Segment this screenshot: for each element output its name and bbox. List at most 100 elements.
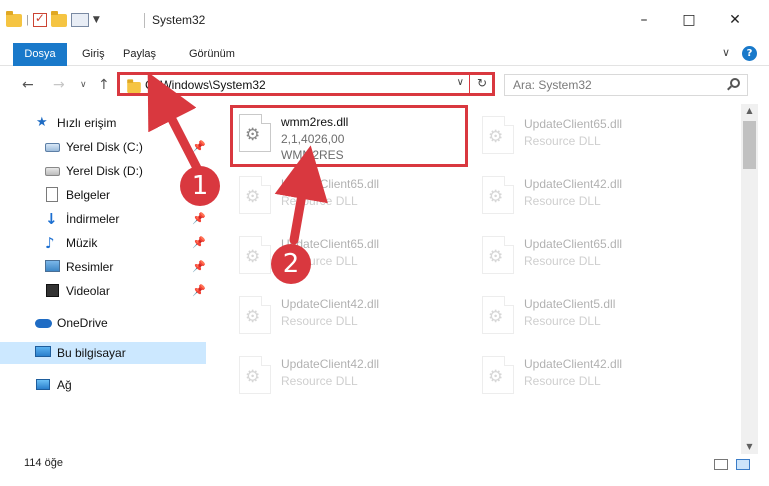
tab-view[interactable]: Görünüm [183, 43, 241, 66]
file-description: Resource DLL [524, 314, 601, 328]
pin-icon[interactable]: 📌 [192, 212, 206, 225]
sidebar-item-label: Belgeler [66, 188, 111, 202]
file-name: UpdateClient42.dll [524, 177, 623, 191]
close-button[interactable]: ✕ [720, 10, 750, 30]
sidebar-item-label: Müzik [66, 236, 98, 250]
scroll-thumb[interactable] [743, 121, 756, 169]
search-icon[interactable] [730, 78, 740, 88]
scroll-up-icon[interactable]: ▲ [741, 104, 758, 118]
maximize-button[interactable]: □ [674, 10, 704, 30]
pin-icon[interactable]: 📌 [192, 260, 206, 273]
file-tile[interactable]: ⚙ UpdateClient65.dll Resource DLL [233, 230, 458, 284]
navigation-pane: ★ Hızlı erişim Yerel Disk (C:) 📌 Yerel D… [0, 104, 208, 454]
file-tile[interactable]: ⚙ UpdateClient65.dll Resource DLL [476, 230, 701, 284]
dll-file-icon: ⚙ [482, 296, 514, 334]
sidebar-item-quick-access[interactable]: ★ Hızlı erişim [0, 112, 206, 134]
qat-separator: | [26, 14, 29, 26]
file-tile-wmm2res[interactable]: ⚙ wmm2res.dll 2,1,4026,00 WMM2RES [230, 105, 468, 167]
pin-icon[interactable]: 📌 [192, 140, 206, 153]
gear-icon: ⚙ [245, 187, 261, 207]
file-description: WMM2RES [281, 148, 344, 162]
file-name: UpdateClient5.dll [524, 297, 616, 311]
file-description: Resource DLL [281, 194, 358, 208]
sidebar-item-documents[interactable]: Belgeler [0, 184, 206, 206]
gear-icon: ⚙ [245, 247, 261, 267]
refresh-icon[interactable]: ↻ [477, 76, 487, 90]
title-bar: | ▼ System32 – □ ✕ [0, 0, 769, 40]
sidebar-item-music[interactable]: ♪ Müzik 📌 [0, 232, 206, 254]
downloads-icon: ↓ [45, 210, 58, 228]
file-description: Resource DLL [524, 194, 601, 208]
dll-file-icon: ⚙ [482, 176, 514, 214]
network-icon [36, 379, 50, 390]
tab-file[interactable]: Dosya [13, 43, 67, 66]
sidebar-item-drive-c[interactable]: Yerel Disk (C:) 📌 [0, 136, 206, 158]
file-description: Resource DLL [281, 314, 358, 328]
address-dropdown-icon[interactable]: ∨ [457, 77, 464, 88]
annotation-badge-1: 1 [180, 166, 220, 206]
quick-access-star-icon: ★ [36, 115, 48, 130]
search-placeholder: Ara: System32 [513, 78, 592, 92]
address-path[interactable]: C:\Windows\System32 [145, 78, 266, 92]
title-separator [144, 13, 145, 28]
qat-dropdown-icon[interactable]: ▼ [93, 15, 100, 25]
annotation-badge-2: 2 [271, 244, 311, 284]
pin-icon[interactable]: 📌 [192, 284, 206, 297]
dll-file-icon: ⚙ [482, 116, 514, 154]
pin-icon[interactable]: 📌 [192, 236, 206, 249]
file-name: UpdateClient42.dll [281, 297, 380, 311]
file-name: wmm2res.dll [281, 115, 349, 129]
address-folder-icon [127, 79, 141, 94]
documents-icon [46, 187, 58, 202]
properties-check-icon[interactable] [32, 11, 47, 27]
file-version: 2,1,4026,00 [281, 132, 345, 146]
file-name: UpdateClient65.dll [524, 237, 623, 251]
quick-access-toolbar: | ▼ [6, 10, 100, 28]
sidebar-item-label: Hızlı erişim [57, 116, 117, 130]
sidebar-item-videos[interactable]: Videolar 📌 [0, 280, 206, 302]
address-bar[interactable]: C:\Windows\System32 ∨ ↻ [117, 72, 495, 96]
dll-file-icon: ⚙ [482, 236, 514, 274]
vertical-scrollbar[interactable]: ▲ ▼ [741, 104, 758, 454]
file-tile[interactable]: ⚙ UpdateClient5.dll Resource DLL [476, 290, 701, 344]
file-tile[interactable]: ⚙ UpdateClient65.dll Resource DLL [476, 110, 701, 164]
details-view-icon[interactable] [714, 459, 728, 470]
recent-locations-icon[interactable]: ∨ [80, 80, 87, 90]
scroll-down-icon[interactable]: ▼ [741, 440, 758, 454]
up-arrow-icon[interactable]: ↑ [98, 77, 110, 93]
onedrive-icon [35, 319, 52, 328]
tab-share[interactable]: Paylaş [117, 43, 162, 66]
forward-arrow-icon[interactable]: → [53, 77, 65, 93]
sidebar-item-drive-d[interactable]: Yerel Disk (D:) [0, 160, 206, 182]
sidebar-item-network[interactable]: Ağ [0, 374, 206, 396]
tiles-view-icon[interactable] [736, 459, 750, 470]
minimize-button[interactable]: – [629, 10, 659, 30]
file-tile[interactable]: ⚙ UpdateClient42.dll Resource DLL [233, 350, 458, 404]
gear-icon: ⚙ [245, 125, 261, 145]
drive-c-icon [45, 143, 60, 152]
videos-icon [46, 284, 59, 297]
pictures-icon [45, 260, 60, 272]
expand-ribbon-icon[interactable]: ∨ [722, 46, 730, 61]
new-folder-icon[interactable] [50, 10, 67, 27]
sidebar-item-pictures[interactable]: Resimler 📌 [0, 256, 206, 278]
back-arrow-icon[interactable]: ← [22, 77, 34, 93]
sidebar-item-onedrive[interactable]: OneDrive [0, 312, 206, 334]
file-tile[interactable]: ⚙ UpdateClient42.dll Resource DLL [476, 350, 701, 404]
dll-file-icon: ⚙ [239, 296, 271, 334]
gear-icon: ⚙ [488, 127, 504, 147]
dll-file-icon: ⚙ [239, 236, 271, 274]
file-tile[interactable]: ⚙ UpdateClient65.dll Resource DLL [233, 170, 458, 224]
help-icon[interactable]: ? [742, 46, 757, 61]
sidebar-item-downloads[interactable]: ↓ İndirmeler 📌 [0, 208, 206, 230]
file-tile[interactable]: ⚙ UpdateClient42.dll Resource DLL [233, 290, 458, 344]
file-description: Resource DLL [281, 374, 358, 388]
file-tile[interactable]: ⚙ UpdateClient42.dll Resource DLL [476, 170, 701, 224]
folder-icon[interactable] [6, 10, 22, 27]
tab-home[interactable]: Giriş [76, 43, 111, 66]
search-input[interactable]: Ara: System32 [504, 74, 748, 96]
view-properties-icon[interactable] [70, 13, 89, 27]
sidebar-item-label: OneDrive [57, 316, 108, 330]
sidebar-item-label: Ağ [57, 378, 72, 392]
sidebar-item-this-pc[interactable]: Bu bilgisayar [0, 342, 206, 364]
